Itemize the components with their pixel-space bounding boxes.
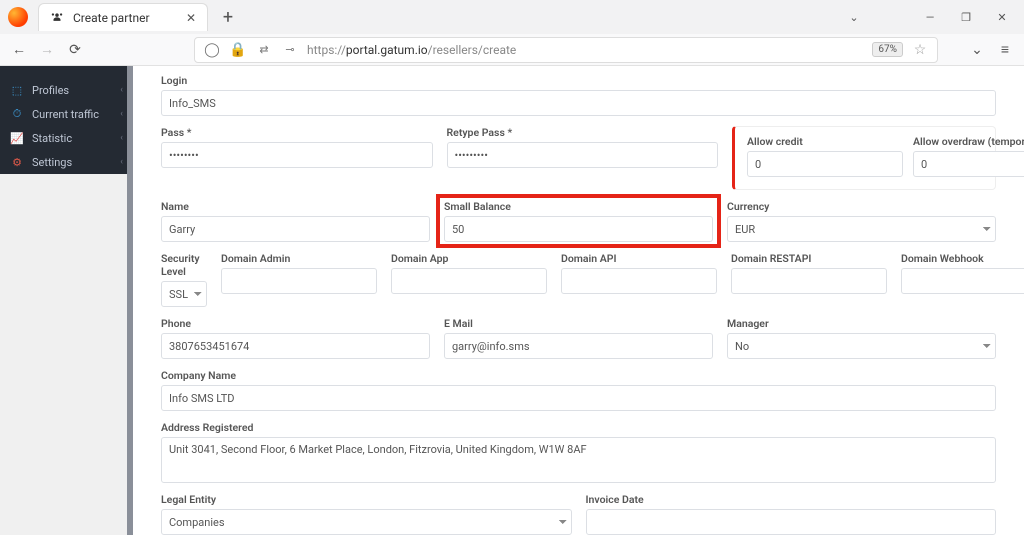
lock-icon[interactable]: 🔒	[229, 41, 247, 59]
tabs-dropdown-icon[interactable]: ⌄	[846, 11, 862, 24]
chevron-left-icon: ‹	[120, 109, 123, 119]
sidebar-item-statistic[interactable]: 📈 Statistic ‹	[0, 126, 133, 150]
url-bar[interactable]: ◯ 🔒 ⇄ ⊸ https://portal.gatum.io/reseller…	[194, 37, 938, 63]
domain-admin-input[interactable]	[221, 268, 377, 294]
allow-overdraw-label: Allow overdraw (temporary credit)	[913, 135, 1024, 148]
email-input[interactable]	[444, 333, 713, 359]
sidebar-item-label: Current traffic	[32, 108, 99, 121]
pass-input[interactable]	[161, 142, 433, 168]
domain-webhook-input[interactable]	[901, 268, 1024, 294]
chevron-left-icon: ‹	[120, 133, 123, 143]
company-name-input[interactable]	[161, 385, 996, 411]
zoom-level[interactable]: 67%	[872, 42, 903, 57]
domain-app-input[interactable]	[391, 268, 547, 294]
address-textarea[interactable]: Unit 3041, Second Floor, 6 Market Place,…	[161, 437, 996, 483]
close-window-icon[interactable]: ✕	[994, 11, 1010, 24]
name-label: Name	[161, 200, 430, 213]
tab-title: Create partner	[73, 11, 175, 25]
currency-select[interactable]: EUR	[727, 216, 996, 242]
login-input[interactable]	[161, 90, 996, 116]
settings-icon: ⚙	[10, 155, 24, 169]
window-controls: ⌄ — ❐ ✕	[846, 11, 1024, 24]
tab-close-icon[interactable]: ✕	[183, 10, 199, 26]
small-balance-label: Small Balance	[444, 200, 713, 213]
permissions-icon[interactable]: ⇄	[255, 41, 273, 59]
login-label: Login	[161, 74, 996, 87]
manager-label: Manager	[727, 317, 996, 330]
pass-label: Pass *	[161, 126, 433, 139]
domain-restapi-label: Domain RESTAPI	[731, 252, 887, 265]
allow-credit-label: Allow credit	[747, 135, 903, 148]
domain-app-label: Domain App	[391, 252, 547, 265]
address-label: Address Registered	[161, 421, 996, 434]
sidebar-item-settings[interactable]: ⚙ Settings ‹	[0, 150, 133, 174]
retype-pass-label: Retype Pass *	[447, 126, 719, 139]
legal-entity-label: Legal Entity	[161, 493, 572, 506]
chevron-left-icon: ‹	[120, 85, 123, 95]
new-tab-button[interactable]: +	[214, 3, 242, 31]
invoice-date-label: Invoice Date	[586, 493, 997, 506]
company-name-label: Company Name	[161, 369, 996, 382]
minimize-icon[interactable]: —	[922, 11, 938, 24]
domain-api-input[interactable]	[561, 268, 717, 294]
legal-entity-select[interactable]: Companies	[161, 509, 572, 535]
allow-overdraw-input[interactable]	[913, 151, 1024, 177]
profiles-icon: ⬚	[10, 83, 24, 97]
tab-favicon-icon	[49, 10, 65, 26]
manager-select[interactable]: No	[727, 333, 996, 359]
statistic-icon: 📈	[10, 131, 24, 145]
domain-webhook-label: Domain Webhook	[901, 252, 1024, 265]
bookmark-star-icon[interactable]: ☆	[911, 41, 929, 59]
shield-icon[interactable]: ◯	[203, 41, 221, 59]
retype-pass-input[interactable]	[447, 142, 719, 168]
credit-box: Allow credit Allow overdraw (temporary c…	[732, 126, 996, 190]
reload-icon[interactable]: ⟳	[66, 41, 84, 59]
back-icon[interactable]: ←	[10, 41, 28, 59]
phone-input[interactable]	[161, 333, 430, 359]
currency-label: Currency	[727, 200, 996, 213]
small-balance-highlight: Small Balance	[438, 196, 719, 246]
pocket-icon[interactable]: ⌄	[968, 41, 986, 59]
sidebar-item-label: Settings	[32, 156, 72, 169]
name-input[interactable]	[161, 216, 430, 242]
url-text: https://portal.gatum.io/resellers/create	[307, 43, 516, 57]
sidebar-item-profiles[interactable]: ⬚ Profiles ‹	[0, 78, 133, 102]
security-level-label: Security Level	[161, 252, 207, 278]
domain-restapi-input[interactable]	[731, 268, 887, 294]
firefox-logo-icon	[8, 7, 28, 27]
security-level-select[interactable]: SSL	[161, 281, 207, 307]
chevron-left-icon: ‹	[120, 157, 123, 167]
forward-icon[interactable]: →	[38, 41, 56, 59]
domain-api-label: Domain API	[561, 252, 717, 265]
browser-tab[interactable]: Create partner ✕	[38, 3, 208, 31]
main-content: Login Pass * Retype Pass * Allow credit	[133, 66, 1024, 535]
email-label: E Mail	[444, 317, 713, 330]
phone-label: Phone	[161, 317, 430, 330]
invoice-date-input[interactable]	[586, 509, 997, 535]
maximize-icon[interactable]: ❐	[958, 11, 974, 24]
traffic-icon: ⏱	[10, 107, 24, 121]
browser-navbar: ← → ⟳ ◯ 🔒 ⇄ ⊸ https://portal.gatum.io/re…	[0, 34, 1024, 66]
domain-admin-label: Domain Admin	[221, 252, 377, 265]
sidebar-item-label: Statistic	[32, 132, 72, 145]
key-icon[interactable]: ⊸	[281, 41, 299, 59]
sidebar: ⬚ Profiles ‹ ⏱ Current traffic ‹ 📈 Stati…	[0, 66, 133, 174]
sidebar-item-current-traffic[interactable]: ⏱ Current traffic ‹	[0, 102, 133, 126]
sidebar-item-label: Profiles	[32, 84, 69, 97]
menu-icon[interactable]: ≡	[996, 41, 1014, 59]
small-balance-input[interactable]	[444, 216, 713, 242]
browser-tabbar: Create partner ✕ + ⌄ — ❐ ✕	[0, 0, 1024, 34]
allow-credit-input[interactable]	[747, 151, 903, 177]
